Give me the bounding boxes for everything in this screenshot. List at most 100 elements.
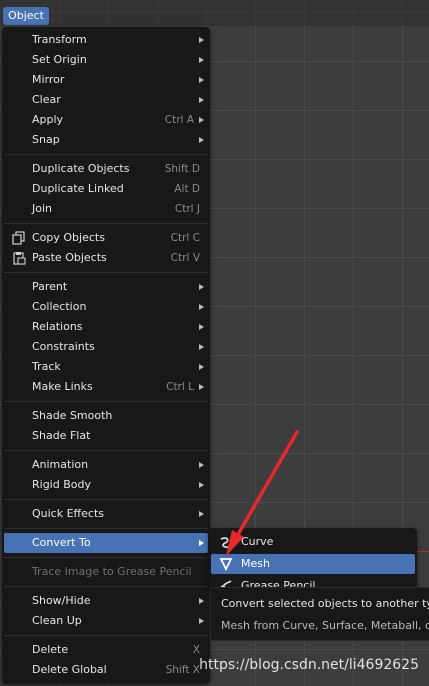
menu-item-delete[interactable]: Delete X [4,640,208,660]
tooltip-detail: Mesh from Curve, Surface, Metaball, or T… [221,619,429,632]
menu-item-trace-image-to-grease-pencil: Trace Image to Grease Pencil [4,562,208,582]
menu-item-label: Show/Hide [32,594,91,607]
menu-item-show-hide[interactable]: Show/Hide [4,591,208,611]
menu-item-label: Apply [32,113,64,126]
menu-item-duplicate-objects[interactable]: Duplicate Objects Shift D [4,159,208,179]
tooltip-title: Convert selected objects to another type… [221,597,429,610]
submenu-arrow-icon [199,284,204,290]
menu-item-label: Shade Flat [32,429,91,442]
submenu-item-label: Mesh [241,557,270,570]
shortcut-hint: Alt D [174,183,200,195]
menu-item-label: Make Links [32,380,93,393]
submenu-arrow-icon [199,117,204,123]
menu-item-label: Copy Objects [32,231,105,244]
x-axis-line [417,551,429,552]
submenu-arrow-icon [199,598,204,604]
menu-item-label: Animation [32,458,89,471]
menu-item-label: Paste Objects [32,251,107,264]
menu-item-label: Track [32,360,61,373]
menu-item-label: Duplicate Linked [32,182,124,195]
menu-separator [4,499,208,500]
shortcut-hint: Shift X [165,664,200,676]
mesh-icon [219,557,233,572]
menu-item-label: Delete [32,643,69,656]
menu-separator [4,450,208,451]
menu-item-track[interactable]: Track [4,357,208,377]
shortcut-hint: Ctrl A [164,114,194,126]
menu-item-constraints[interactable]: Constraints [4,337,208,357]
menu-separator [4,557,208,558]
submenu-item-label: Curve [241,535,274,548]
submenu-arrow-icon [199,482,204,488]
menu-separator [4,586,208,587]
submenu-arrow-icon [199,304,204,310]
menu-item-snap[interactable]: Snap [4,130,208,150]
menu-item-label: Collection [32,300,87,313]
tooltip: Convert selected objects to another type… [210,587,429,641]
menu-item-mirror[interactable]: Mirror [4,70,208,90]
menu-item-label: Convert To [32,536,91,549]
submenu-item-mesh[interactable]: Mesh [211,554,415,574]
menu-item-rigid-body[interactable]: Rigid Body [4,475,208,495]
menu-item-label: Snap [32,133,60,146]
shortcut-hint: Ctrl J [174,203,200,215]
submenu-item-curve[interactable]: Curve [211,532,415,552]
submenu-arrow-icon [199,344,204,350]
menu-item-collection[interactable]: Collection [4,297,208,317]
watermark: https://blog.csdn.net/li4692625 [199,657,419,673]
menu-item-paste-objects[interactable]: Paste Objects Ctrl V [4,248,208,268]
menu-item-duplicate-linked[interactable]: Duplicate Linked Alt D [4,179,208,199]
menu-item-copy-objects[interactable]: Copy Objects Ctrl C [4,228,208,248]
submenu-arrow-icon [199,97,204,103]
menu-item-make-links[interactable]: Make Links Ctrl L [4,377,208,397]
menu-item-join[interactable]: Join Ctrl J [4,199,208,219]
submenu-arrow-icon [199,511,204,517]
menu-item-label: Delete Global [32,663,107,676]
menu-item-relations[interactable]: Relations [4,317,208,337]
menu-item-set-origin[interactable]: Set Origin [4,50,208,70]
menu-item-label: Clean Up [32,614,82,627]
menu-item-label: Mirror [32,73,65,86]
menu-item-quick-effects[interactable]: Quick Effects [4,504,208,524]
submenu-arrow-icon [199,364,204,370]
shortcut-hint: Ctrl C [170,232,200,244]
menu-item-apply[interactable]: Apply Ctrl A [4,110,208,130]
menu-item-parent[interactable]: Parent [4,277,208,297]
curve-icon [219,535,233,549]
convert-to-submenu: Curve Mesh Grease Pencil [209,528,417,590]
copy-icon [12,231,26,245]
menu-item-clean-up[interactable]: Clean Up [4,611,208,631]
menu-item-label: Join [32,202,53,215]
submenu-arrow-icon [199,324,204,330]
shortcut-hint: Ctrl L [166,381,194,393]
menu-item-convert-to[interactable]: Convert To [4,533,208,553]
menu-separator [4,635,208,636]
menu-item-label: Rigid Body [32,478,91,491]
menu-item-clear[interactable]: Clear [4,90,208,110]
menu-separator [4,154,208,155]
shortcut-hint: Shift D [164,163,200,175]
menu-item-shade-smooth[interactable]: Shade Smooth [4,406,208,426]
menu-item-label: Relations [32,320,83,333]
menu-item-label: Clear [32,93,61,106]
menu-item-label: Shade Smooth [32,409,113,422]
object-menu: Transform Set Origin Mirror Clear Apply Ctrl … [2,27,210,684]
menu-separator [4,223,208,224]
menu-item-delete-global[interactable]: Delete Global Shift X [4,660,208,680]
menu-item-label: Transform [32,33,87,46]
menu-item-label: Set Origin [32,53,87,66]
menu-item-transform[interactable]: Transform [4,30,208,50]
menu-item-animation[interactable]: Animation [4,455,208,475]
menu-item-label: Trace Image to Grease Pencil [32,565,192,578]
menu-separator [4,401,208,402]
object-menu-button[interactable]: Object [3,7,49,25]
menu-separator [4,528,208,529]
menu-item-label: Duplicate Objects [32,162,130,175]
menu-item-label: Parent [32,280,68,293]
submenu-arrow-icon [199,618,204,624]
submenu-arrow-icon [199,37,204,43]
paste-icon [12,251,26,265]
submenu-arrow-icon [199,540,204,546]
menu-item-shade-flat[interactable]: Shade Flat [4,426,208,446]
submenu-arrow-icon [199,77,204,83]
